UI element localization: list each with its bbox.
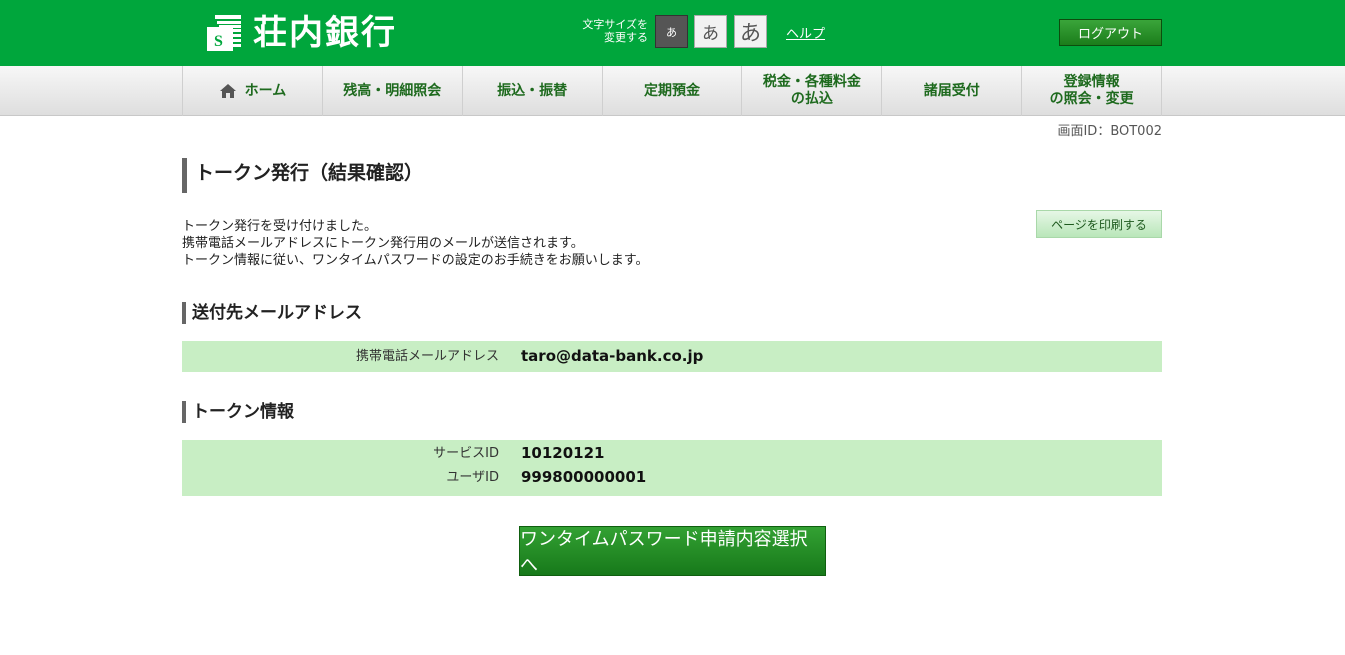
help-link[interactable]: ヘルプ <box>786 23 825 42</box>
service-id-label: サービスID <box>433 446 499 461</box>
result-message-line2: 携帯電話メールアドレスにトークン発行用のメールが送信されます。 <box>182 236 584 251</box>
nav-item-tax-payment[interactable]: 税金・各種料金 の払込 <box>741 66 881 116</box>
nav-item-tax-payment-line1: 税金・各種料金 <box>762 74 861 90</box>
page-title: トークン発行（結果確認） <box>182 158 423 193</box>
bank-logo[interactable]: S 荘内銀行 <box>205 12 397 54</box>
nav-item-time-deposit-label: 定期預金 <box>644 82 700 99</box>
mail-label: 携帯電話メールアドレス <box>355 349 499 364</box>
font-size-label-line1: 文字サイズを <box>582 18 648 31</box>
bank-name: 荘内銀行 <box>253 13 397 53</box>
print-page-button[interactable]: ページを印刷する <box>1036 210 1162 238</box>
nav-item-tax-payment-line2: の払込 <box>790 91 833 107</box>
font-size-medium-button[interactable]: あ <box>694 15 727 48</box>
token-info-box: サービスID 10120121 ユーザID 999800000001 <box>182 440 1162 496</box>
bank-logo-icon: S <box>207 15 241 51</box>
user-id-label: ユーザID <box>446 470 499 485</box>
result-message-line1: トークン発行を受け付けました。 <box>182 219 378 234</box>
screen-id: 画面ID：BOT002 <box>1057 124 1162 139</box>
nav-item-registration-label: 登録情報 の照会・変更 <box>1050 74 1134 108</box>
nav-item-balance[interactable]: 残高・明細照会 <box>321 66 462 116</box>
nav-item-applications[interactable]: 諸届受付 <box>881 66 1021 116</box>
service-id-row: サービスID 10120121 <box>182 441 1162 466</box>
nav-item-home[interactable]: ホーム <box>182 66 322 116</box>
otp-application-button[interactable]: ワンタイムパスワード申請内容選択へ <box>519 526 826 576</box>
nav-item-balance-label: 残高・明細照会 <box>343 82 442 99</box>
user-id-value: 999800000001 <box>521 468 647 486</box>
nav-item-registration[interactable]: 登録情報 の照会・変更 <box>1021 66 1163 116</box>
user-id-row: ユーザID 999800000001 <box>182 465 1162 490</box>
token-section-title: トークン情報 <box>182 401 294 423</box>
nav-item-registration-line2: の照会・変更 <box>1049 91 1134 107</box>
font-size-label-line2: 変更する <box>604 31 648 44</box>
nav-item-transfer-label: 振込・振替 <box>497 82 568 99</box>
result-message-line3: トークン情報に従い、ワンタイムパスワードの設定のお手続きをお願いします。 <box>182 253 649 268</box>
mail-section-title: 送付先メールアドレス <box>182 302 362 324</box>
global-nav-items: ホーム 残高・明細照会 振込・振替 定期預金 税金・各種料金 の払込 諸届受付 … <box>182 66 1163 116</box>
mail-value: taro@data-bank.co.jp <box>521 347 704 365</box>
nav-item-time-deposit[interactable]: 定期預金 <box>601 66 742 116</box>
font-size-large-button[interactable]: あ <box>734 15 767 48</box>
svg-text:S: S <box>214 33 223 50</box>
mail-info-box: 携帯電話メールアドレス taro@data-bank.co.jp <box>182 341 1162 372</box>
mail-row: 携帯電話メールアドレス taro@data-bank.co.jp <box>182 344 1162 369</box>
service-id-value: 10120121 <box>521 444 605 462</box>
font-size-small-button[interactable]: あ <box>655 15 688 48</box>
result-message: トークン発行を受け付けました。 携帯電話メールアドレスにトークン発行用のメールが… <box>182 218 648 269</box>
nav-item-registration-line1: 登録情報 <box>1063 74 1120 90</box>
font-size-label: 文字サイズを 変更する <box>566 18 648 44</box>
header: S 荘内銀行 文字サイズを 変更する あ あ あ ヘルプ ログアウト <box>0 0 1345 66</box>
global-nav: ホーム 残高・明細照会 振込・振替 定期預金 税金・各種料金 の払込 諸届受付 … <box>0 66 1345 116</box>
nav-item-tax-payment-label: 税金・各種料金 の払込 <box>763 74 861 108</box>
logout-button[interactable]: ログアウト <box>1059 19 1162 46</box>
nav-item-home-label: ホーム <box>244 82 287 99</box>
home-icon <box>219 84 236 98</box>
nav-item-transfer[interactable]: 振込・振替 <box>461 66 602 116</box>
nav-item-applications-label: 諸届受付 <box>923 82 980 99</box>
